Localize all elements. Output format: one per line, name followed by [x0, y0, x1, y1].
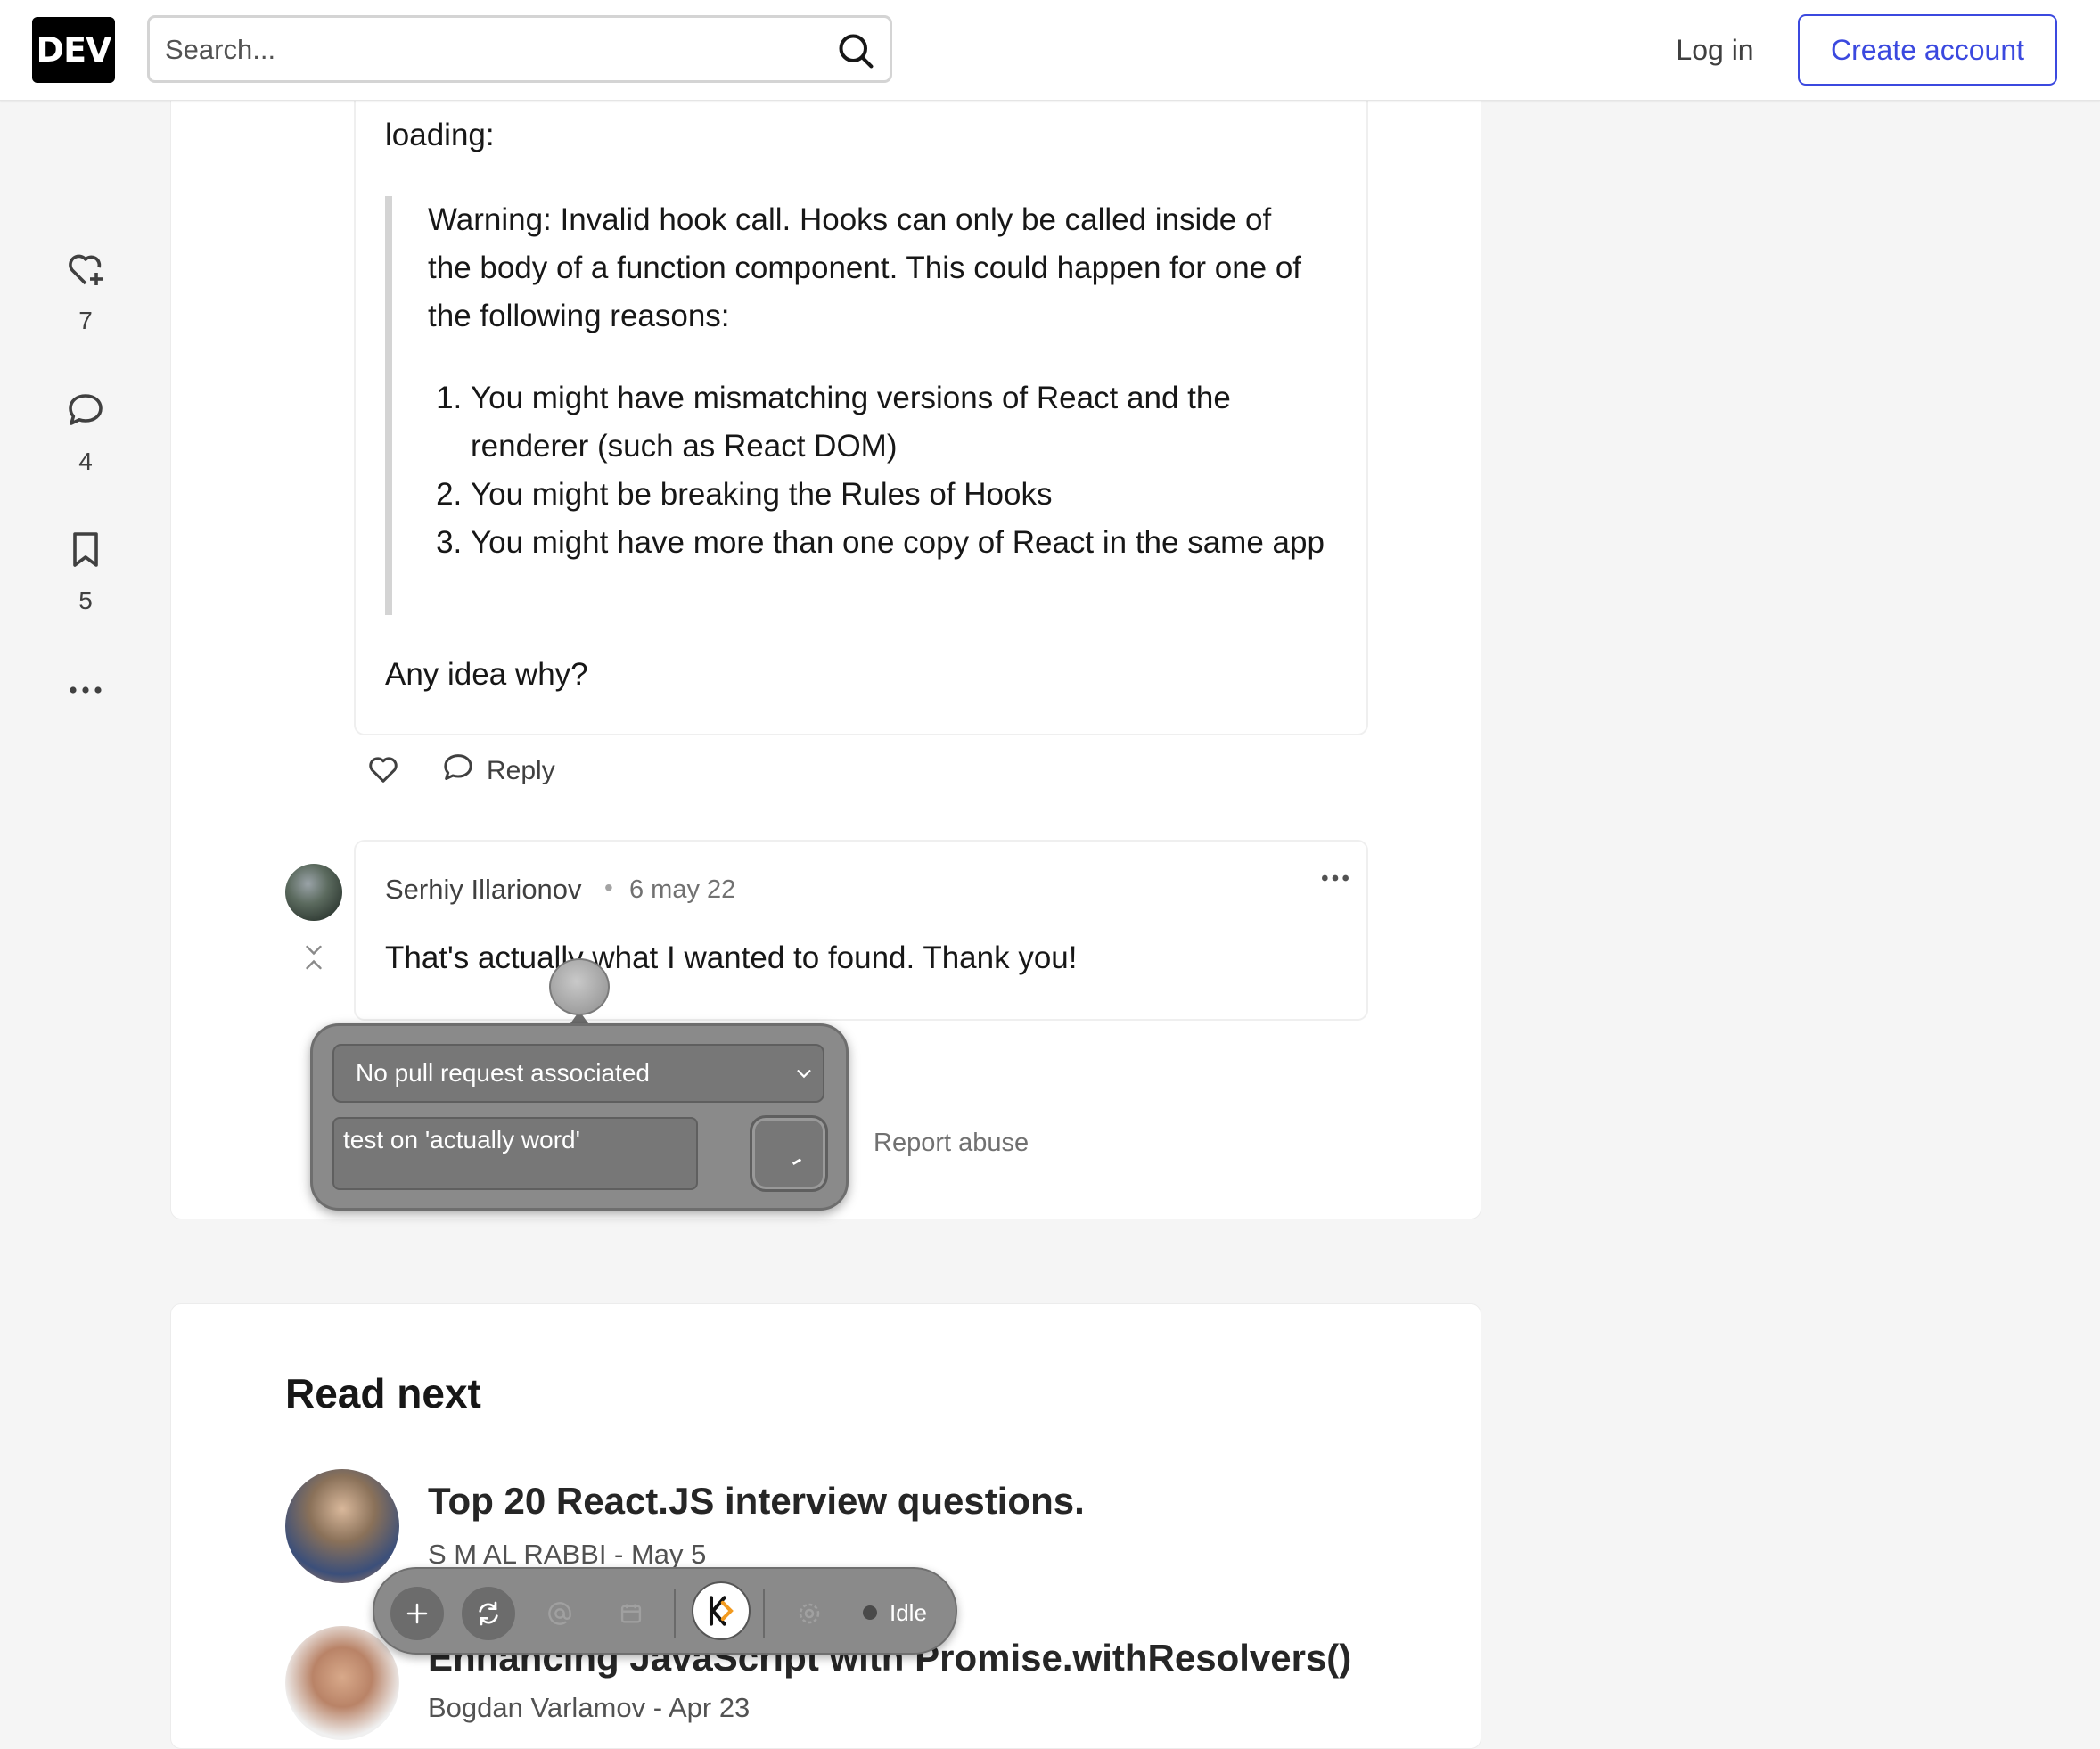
post-meta: Bogdan Varlamov - Apr 23: [428, 1692, 751, 1723]
reactions-count: 7: [78, 307, 93, 334]
comment-text: loading:: [385, 118, 495, 152]
comment-text: That's actually what I wanted to found. …: [385, 940, 1078, 975]
dev-logo[interactable]: DEV: [32, 17, 115, 83]
cursor-marker[interactable]: [549, 958, 610, 1015]
add-button[interactable]: [390, 1587, 444, 1640]
bookmarks-count: 5: [78, 587, 93, 614]
send-button[interactable]: [750, 1115, 828, 1192]
comment-icon: [440, 750, 476, 792]
post-meta: S M AL RABBI - May 5: [428, 1539, 707, 1570]
like-button[interactable]: [365, 751, 401, 792]
annotation-note-input[interactable]: test on 'actually word': [332, 1117, 698, 1190]
floating-toolbar: Idle: [373, 1567, 957, 1655]
comments-button[interactable]: 4: [53, 389, 118, 476]
reply-label: Reply: [487, 756, 555, 785]
reaction-button[interactable]: 7: [53, 248, 118, 335]
list-item: You might have mismatching versions of R…: [471, 374, 1326, 471]
heart-plus-icon: [69, 254, 103, 285]
divider: [674, 1589, 676, 1638]
avatar[interactable]: [285, 864, 342, 921]
login-link[interactable]: Log in: [1658, 27, 1772, 73]
more-horizontal-icon[interactable]: [1317, 865, 1353, 891]
search-input[interactable]: [163, 25, 826, 75]
collapse-thread-icon[interactable]: [302, 941, 325, 973]
chevron-down-icon: [797, 1070, 811, 1079]
top-navbar: DEV Log in Create account: [0, 0, 2100, 101]
app-logo-button[interactable]: [692, 1581, 751, 1640]
comment-author[interactable]: Serhiy Illarionov: [385, 874, 582, 906]
avatar[interactable]: [285, 1626, 399, 1740]
post-title-link[interactable]: Top 20 React.JS interview questions.: [428, 1480, 1085, 1523]
bookmark-icon: [73, 532, 98, 567]
status-label: Idle: [890, 1598, 927, 1626]
report-abuse-link[interactable]: Report abuse: [874, 1129, 1029, 1158]
settings-button[interactable]: [783, 1587, 836, 1640]
comment-closing: Any idea why?: [385, 657, 588, 692]
search-box[interactable]: [147, 15, 892, 83]
more-horizontal-icon: [70, 686, 102, 694]
settings-icon: [799, 1603, 820, 1624]
send-icon: [790, 1154, 802, 1166]
divider: [763, 1589, 765, 1638]
separator-dot: •: [604, 874, 613, 901]
reasons-list: You might have mismatching versions of R…: [428, 374, 1326, 567]
pull-request-select-value: No pull request associated: [356, 1059, 650, 1087]
annotation-popup: No pull request associated test on 'actu…: [310, 1023, 849, 1211]
search-icon[interactable]: [836, 31, 875, 70]
calendar-icon: [620, 1604, 642, 1623]
create-account-button[interactable]: Create account: [1798, 14, 2057, 86]
reply-button[interactable]: Reply: [440, 750, 555, 792]
comment-actions: Reply: [365, 749, 555, 793]
avatar[interactable]: [285, 1469, 399, 1583]
pull-request-select[interactable]: No pull request associated: [332, 1044, 824, 1103]
plus-icon: [406, 1603, 428, 1624]
comment-date[interactable]: 6 may 22: [629, 875, 735, 905]
blockquote: Warning: Invalid hook call. Hooks can on…: [385, 196, 1330, 615]
comments-count: 4: [78, 448, 93, 475]
comment-icon: [69, 394, 103, 425]
list-item: You might be breaking the Rules of Hooks: [471, 471, 1326, 519]
read-next-title: Read next: [285, 1370, 481, 1416]
more-options-button[interactable]: [53, 669, 118, 711]
mention-button[interactable]: [533, 1587, 587, 1640]
at-icon: [548, 1602, 571, 1625]
bookmark-button[interactable]: 5: [53, 528, 118, 615]
list-item: You might have more than one copy of Rea…: [471, 519, 1326, 567]
heart-icon: [369, 756, 398, 783]
refresh-button[interactable]: [462, 1587, 515, 1640]
calendar-button[interactable]: [604, 1587, 658, 1640]
app-logo-icon: [709, 1596, 734, 1626]
status-indicator: Idle: [863, 1592, 927, 1633]
refresh-icon: [479, 1601, 498, 1626]
quote-text: Warning: Invalid hook call. Hooks can on…: [428, 202, 1302, 333]
comment-card: [354, 840, 1368, 1021]
status-dot: [863, 1605, 877, 1620]
